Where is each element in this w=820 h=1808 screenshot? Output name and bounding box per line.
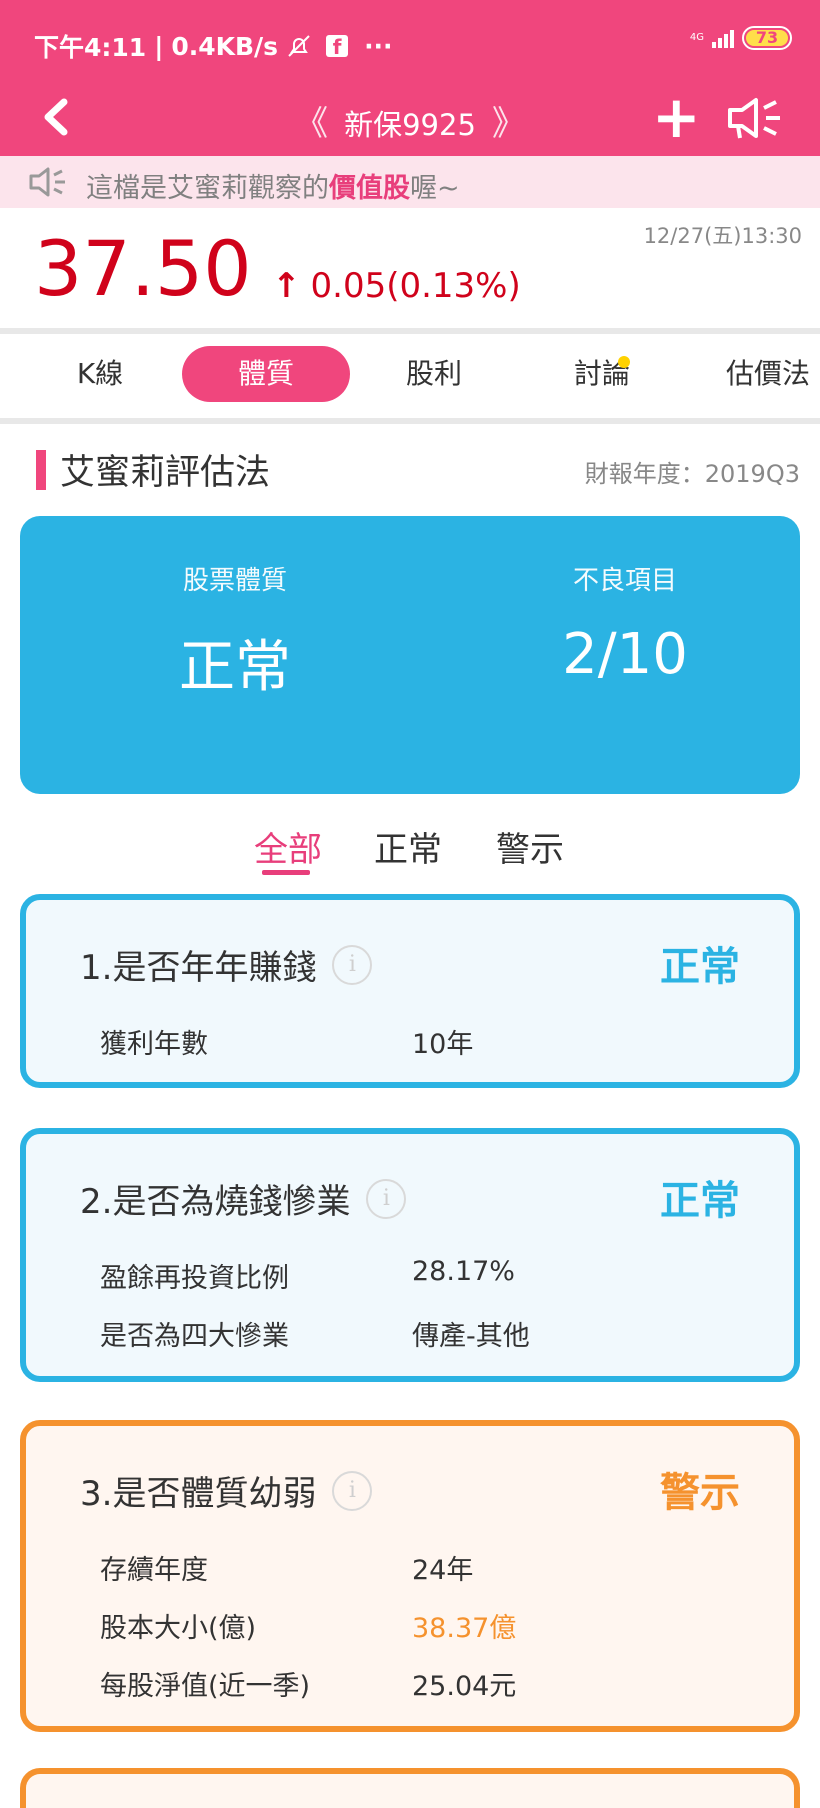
section-title: 艾蜜莉評估法 [60, 453, 271, 493]
tab-dividend[interactable]: 股利 [350, 346, 518, 402]
bad-items-label: 不良項目 [572, 566, 677, 596]
section-accent-bar [36, 450, 46, 490]
status-speed: 0.4KB/s [171, 31, 279, 61]
next-stock-icon[interactable]: 》 [492, 104, 526, 144]
notice-highlight: 價值股 [329, 173, 410, 204]
status-time: 下午4:11 [34, 33, 147, 62]
criteria-card[interactable]: 1.是否年年賺錢 i 正常 獲利年數 10年 [20, 894, 800, 1088]
tab-kline[interactable]: K線 [16, 346, 184, 402]
battery-level: 73 [755, 28, 779, 47]
new-dot-badge [618, 356, 630, 368]
criteria-card[interactable]: 2.是否為燒錢慘業 i 正常 盈餘再投資比例 28.17% 是否為四大慘業 傳產-… [20, 1128, 800, 1382]
criteria-card-partial[interactable] [20, 1768, 800, 1808]
arrow-up-icon: ↑ [272, 266, 301, 306]
criteria-row-label: 盈餘再投資比例 [100, 1263, 289, 1294]
info-icon[interactable]: i [366, 1178, 407, 1219]
megaphone-icon [29, 167, 65, 197]
criteria-row-label: 是否為四大慘業 [100, 1321, 289, 1352]
divider [0, 328, 820, 334]
filter-all[interactable]: 全部 [254, 822, 322, 871]
status-bar: 下午4:11 | 0.4KB/s f ··· 4G 73 [0, 0, 820, 82]
criteria-row-value: 24年 [412, 1555, 474, 1586]
criteria-title: 1.是否年年賺錢 i [80, 940, 373, 989]
bad-items-value: 2/10 [562, 622, 688, 687]
quality-label: 股票體質 [182, 566, 287, 596]
top-nav: 《新保9925 》 + [0, 82, 820, 156]
criteria-row-label: 每股淨值(近一季) [100, 1671, 311, 1702]
filter-normal[interactable]: 正常 [374, 822, 442, 871]
add-button[interactable]: + [652, 82, 701, 152]
price-change: ↑ 0.05(0.13%) [272, 266, 521, 306]
info-icon[interactable]: i [332, 1470, 373, 1511]
criteria-row-label: 股本大小(億) [100, 1613, 257, 1644]
prev-stock-icon[interactable]: 《 [294, 104, 328, 144]
speaker-icon[interactable] [726, 96, 784, 140]
criteria-card[interactable]: 3.是否體質幼弱 i 警示 存續年度 24年 股本大小(億) 38.37億 每股淨… [20, 1420, 800, 1732]
signal-icon [712, 28, 734, 48]
criteria-status: 警示 [660, 1470, 740, 1516]
criteria-status: 正常 [660, 1178, 740, 1224]
criteria-row-value: 10年 [412, 1029, 474, 1060]
health-summary-card: 股票體質 正常 不良項目 2/10 [20, 516, 800, 794]
facebook-icon: f [326, 35, 349, 59]
current-price: 37.50 [34, 224, 252, 313]
status-right: 4G 73 [690, 26, 792, 50]
filter-tabs: 全部 正常 警示 [0, 818, 820, 878]
divider [0, 418, 820, 424]
notice-banner[interactable]: 這檔是艾蜜莉觀察的價值股喔~ [0, 156, 820, 208]
status-left: 下午4:11 | 0.4KB/s f ··· [34, 28, 393, 64]
quality-value: 正常 [179, 635, 291, 700]
mute-bell-icon [288, 35, 310, 57]
price-quote: 37.50 ↑ 0.05(0.13%) 12/27(五)13:30 [0, 208, 820, 328]
criteria-row-label: 獲利年數 [100, 1029, 208, 1060]
criteria-row-value: 38.37億 [412, 1613, 517, 1644]
tab-valuation[interactable]: 估價法 [694, 346, 820, 402]
tab-bar: K線 體質 股利 討論 估價法 [0, 336, 820, 418]
criteria-title: 2.是否為燒錢慘業 i [80, 1174, 407, 1223]
filter-warning[interactable]: 警示 [496, 822, 564, 871]
criteria-row-value: 28.17% [412, 1256, 515, 1287]
network-type: 4G [689, 32, 704, 43]
quote-time: 12/27(五)13:30 [643, 224, 802, 248]
filter-active-underline [262, 870, 310, 875]
info-icon[interactable]: i [332, 944, 373, 985]
criteria-status: 正常 [660, 944, 740, 990]
criteria-row-label: 存續年度 [100, 1555, 208, 1586]
criteria-title: 3.是否體質幼弱 i [80, 1466, 373, 1515]
report-year: 財報年度：2019Q3 [584, 460, 800, 488]
tab-discussion[interactable]: 討論 [518, 346, 686, 402]
notice-text: 這檔是艾蜜莉觀察的價值股喔~ [86, 173, 460, 204]
stock-name: 新保9925 [344, 108, 476, 142]
more-notifications-icon: ··· [364, 31, 393, 61]
battery-icon: 73 [742, 26, 792, 50]
criteria-row-value: 傳產-其他 [412, 1321, 530, 1352]
criteria-row-value: 25.04元 [412, 1671, 517, 1702]
tab-health[interactable]: 體質 [182, 346, 350, 402]
